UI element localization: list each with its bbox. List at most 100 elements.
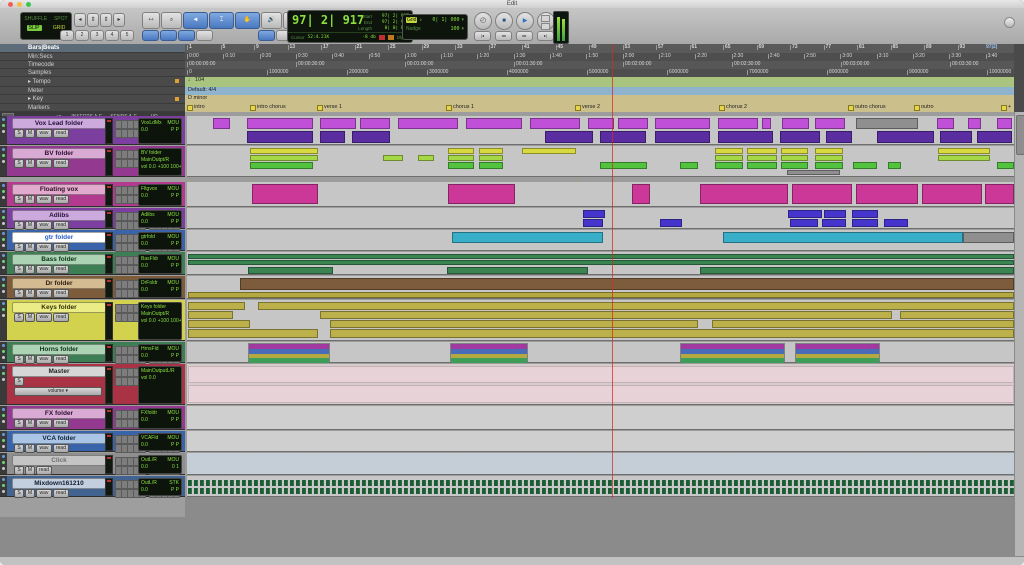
clip-adlibs[interactable]: [852, 210, 878, 218]
output-selector[interactable]: HrnsFldMOU: [141, 346, 179, 353]
clip-bv[interactable]: [787, 170, 840, 175]
clip-vox[interactable]: [782, 118, 809, 129]
solo-button[interactable]: S: [14, 377, 24, 386]
clip-keys[interactable]: [188, 320, 250, 328]
edit-row-adlibs[interactable]: [187, 208, 1014, 229]
output-path-label[interactable]: OutL/R: [141, 457, 157, 464]
clip-vox[interactable]: [977, 131, 1012, 143]
output-path-label[interactable]: FXfoldr: [141, 410, 157, 417]
track-row-vox[interactable]: Vox Lead folderSMwavreadVoxLdMxMOU0.0P P: [0, 116, 185, 145]
clip-bv[interactable]: [815, 155, 843, 161]
key-marker[interactable]: D minor: [188, 96, 207, 102]
clip-bass[interactable]: [700, 267, 1014, 274]
automation-mode-button[interactable]: read: [53, 489, 69, 498]
stop-button[interactable]: ■: [495, 12, 513, 30]
clip-bass[interactable]: [188, 254, 1014, 259]
clip-float[interactable]: [985, 184, 1014, 204]
track-view-button[interactable]: wav: [36, 313, 52, 322]
mute-button[interactable]: M: [25, 265, 35, 274]
clip-keys[interactable]: [330, 320, 698, 328]
output-path-2[interactable]: MainOutpt/R: [141, 311, 179, 318]
clip-gtr[interactable]: [452, 232, 603, 243]
clip-horns[interactable]: [680, 343, 785, 362]
clip-adlibs[interactable]: [822, 219, 846, 227]
output-selector[interactable]: Keys folder: [141, 304, 179, 311]
solo-button[interactable]: S: [14, 355, 24, 364]
rewind-button[interactable]: ◂◂: [495, 31, 512, 41]
clip-vox[interactable]: [352, 131, 390, 143]
track-row-mix[interactable]: Mixdown161210SMwavreadOutL/RSTK0.0P P: [0, 476, 185, 497]
volume-display[interactable]: vol 0.0: [141, 375, 156, 382]
track-name-vox[interactable]: Vox Lead folder: [12, 118, 106, 129]
link-track-edit-toggle[interactable]: [178, 30, 195, 41]
clip-bv[interactable]: [747, 155, 777, 161]
clip-adlibs[interactable]: [788, 210, 822, 218]
selector-tool[interactable]: ⌶: [209, 12, 234, 29]
clip-bv[interactable]: [479, 148, 503, 154]
automation-mode-label[interactable]: MOU: [167, 346, 179, 353]
clip-vox[interactable]: [826, 131, 852, 143]
track-name-master[interactable]: Master: [12, 366, 106, 377]
return-to-zero-button[interactable]: |◂: [474, 31, 491, 41]
clip-vox[interactable]: [780, 131, 820, 143]
output-path-2[interactable]: MainOutpt/R: [141, 157, 179, 164]
track-row-dr[interactable]: Dr folderSMwavreadDrFoldrMOU0.0P P: [0, 276, 185, 299]
clip-vox[interactable]: [398, 118, 458, 129]
ruler-name-meter[interactable]: Meter: [0, 87, 185, 95]
zoomer-tool[interactable]: ⌕: [161, 12, 182, 29]
toolbar-menu-button[interactable]: [1004, 17, 1015, 28]
zoom-toggle-tool[interactable]: ⇿: [142, 12, 160, 29]
clip-adlibs[interactable]: [790, 219, 818, 227]
grid-value-label[interactable]: Grid: [406, 17, 417, 23]
clip-vox[interactable]: [360, 118, 390, 129]
clip-bv[interactable]: [815, 148, 843, 154]
output-path-label[interactable]: Keys folder: [141, 304, 166, 311]
clip-vox[interactable]: [815, 118, 845, 129]
automation-mode-button[interactable]: read: [53, 159, 69, 168]
output-path-label[interactable]: BasFldr: [141, 256, 158, 263]
clip-bv[interactable]: [479, 155, 503, 161]
clip-dr[interactable]: [240, 278, 1014, 290]
mute-button[interactable]: M: [25, 129, 35, 138]
track-row-click[interactable]: ClickSMreadOutL/RMOU0.00 1: [0, 453, 185, 475]
automation-mode-button[interactable]: read: [36, 466, 52, 475]
clip-vox[interactable]: [247, 118, 313, 129]
solo-button[interactable]: S: [14, 195, 24, 204]
pan-display[interactable]: P P: [171, 127, 179, 134]
mute-button[interactable]: M: [25, 489, 35, 498]
clip-float[interactable]: [252, 184, 318, 204]
pan-display[interactable]: P P: [171, 193, 179, 200]
clip-adlibs[interactable]: [824, 210, 846, 218]
clip-bv[interactable]: [250, 155, 318, 161]
vertical-scrollbar-thumb[interactable]: [1016, 115, 1024, 155]
zoom-preset-4[interactable]: 4: [105, 30, 119, 41]
play-button[interactable]: ▶: [516, 12, 534, 30]
output-path-label[interactable]: VoxLdMx: [141, 120, 162, 127]
clip-vox[interactable]: [655, 131, 710, 143]
track-row-master[interactable]: MasterSvolume ▾MainOutputL/Rvol 0.0: [0, 364, 185, 405]
track-name-vca[interactable]: VCA folder: [12, 433, 106, 444]
automation-mode-label[interactable]: MOU: [167, 435, 179, 442]
zoom-vertical-audio[interactable]: ⇕: [87, 13, 99, 27]
clip-keys[interactable]: [258, 302, 1014, 310]
ruler-name-bars-beats[interactable]: Bars|Beats: [0, 44, 185, 53]
pan-display[interactable]: P P: [171, 287, 179, 294]
mute-button[interactable]: M: [25, 289, 35, 298]
solo-button[interactable]: S: [14, 221, 24, 230]
ruler-name-timecode[interactable]: Timecode: [0, 61, 185, 69]
clip-keys[interactable]: [320, 311, 892, 319]
automation-mode-label[interactable]: MOU: [167, 120, 179, 127]
clip-vox[interactable]: [600, 131, 646, 143]
zoom-left-arrow[interactable]: ◂: [74, 13, 86, 27]
edit-row-mix[interactable]: [187, 476, 1014, 497]
clip-gtr[interactable]: [963, 232, 1014, 243]
shuffle-mode-button[interactable]: SHUFFLE: [24, 16, 47, 22]
track-view-button[interactable]: wav: [36, 221, 52, 230]
output-selector[interactable]: FltgvoxMOU: [141, 186, 179, 193]
marker-verse-1[interactable]: verse 1: [317, 105, 342, 111]
output-path-label[interactable]: Adlibs: [141, 212, 155, 219]
edit-row-click[interactable]: [187, 453, 1014, 475]
clip-bv[interactable]: [715, 155, 743, 161]
output-selector[interactable]: gtrfoldMOU: [141, 234, 179, 241]
volume-display[interactable]: 0.0: [141, 263, 148, 270]
